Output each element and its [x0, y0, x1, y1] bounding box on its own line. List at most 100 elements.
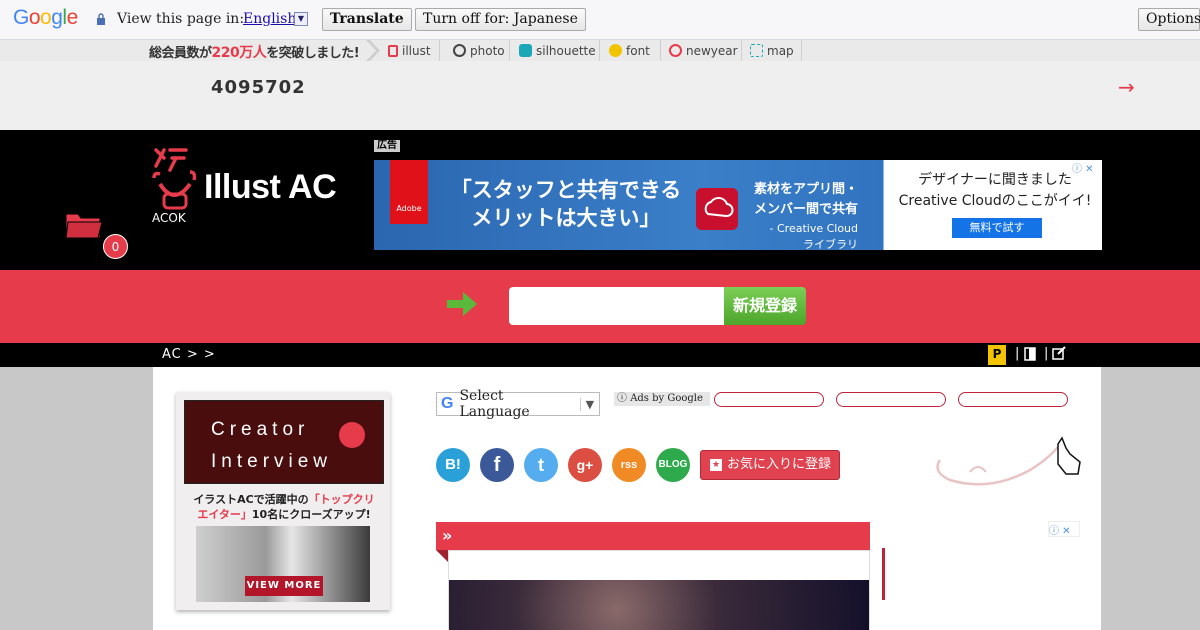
nav-item-illust[interactable]: illust — [384, 40, 440, 61]
ad-mid-2: メンバー間で共有 — [754, 202, 859, 217]
language-select[interactable]: G Select Language ▼ — [436, 388, 600, 420]
points-icon[interactable]: P — [988, 345, 1006, 365]
hatena-bookmark-icon[interactable]: B! — [436, 448, 470, 482]
members-notice: 総会員数が220万人を突破しました! — [149, 42, 360, 62]
divider — [882, 548, 885, 600]
creator-sub-2b: 10名にクローズアップ! — [251, 508, 371, 521]
tab-fold — [436, 550, 448, 562]
chevron-down-icon: ▼ — [579, 397, 599, 411]
newyear-icon — [669, 44, 682, 57]
chevron-double-right-icon: » — [442, 526, 453, 545]
ad-right-2: Creative Cloudのここがイイ! — [898, 193, 1092, 209]
preview-image[interactable] — [449, 580, 869, 630]
lock-icon — [97, 13, 105, 25]
search-band: 新規登録 — [0, 270, 1200, 343]
creator-logo-icon — [339, 422, 365, 448]
members-prefix: 総会員数が — [149, 46, 212, 61]
nav-item-map[interactable]: map — [746, 40, 802, 61]
ad-try-button[interactable]: 無料で試す — [952, 218, 1042, 238]
favorite-button[interactable]: ★ お気に入りに登録 — [700, 450, 840, 480]
ad-headline: 「スタッフと共有できる メリットは大きい」 — [446, 176, 686, 232]
creator-title-1: Creator — [211, 419, 310, 440]
turn-off-button[interactable]: Turn off for: Japanese — [415, 8, 586, 31]
arrow-right-icon — [447, 292, 477, 316]
breadcrumb[interactable]: AC > > — [162, 347, 216, 362]
translate-button[interactable]: Translate — [322, 8, 412, 31]
nav-item-photo[interactable]: photo — [449, 40, 510, 61]
ad-mid-3: - Creative Cloud — [769, 222, 859, 235]
chevron-right-icon — [366, 40, 380, 61]
illust-icon — [388, 44, 398, 57]
breadcrumb-bar: AC > > P | | — [0, 343, 1200, 367]
acok-label: ACOK — [152, 211, 186, 225]
silhouette-icon — [519, 44, 532, 57]
nav-item-label: silhouette — [536, 43, 596, 58]
edit-icon[interactable] — [1052, 346, 1066, 360]
google-logo: Google — [13, 6, 78, 29]
members-count: 220万人 — [211, 45, 267, 61]
star-icon: ★ — [710, 459, 722, 471]
map-icon — [750, 44, 763, 57]
view-more-button[interactable]: VIEW MORE — [245, 576, 323, 596]
creator-subtitle: イラストACで活躍中の「トップクリ エイター」10名にクローズアップ! — [184, 492, 384, 522]
ad-mid-4: ライブラリ — [803, 238, 859, 250]
members-suffix: を突破しました! — [266, 46, 360, 61]
section-tab: » — [436, 522, 870, 550]
language-link[interactable]: English — [243, 11, 296, 27]
favorite-label: お気に入りに登録 — [727, 457, 832, 472]
nav-item-label: photo — [470, 43, 505, 58]
site-top-nav: 総会員数が220万人を突破しました! illust photo silhouet… — [0, 40, 1200, 61]
logo-text[interactable]: Illust AC — [204, 168, 337, 207]
creator-sub-1b: 「トップクリ — [308, 493, 375, 506]
creative-cloud-icon — [696, 188, 738, 230]
next-arrow-icon[interactable]: → — [1118, 75, 1135, 99]
divider: | — [1015, 346, 1020, 361]
twitter-icon[interactable]: t — [524, 448, 558, 482]
ad-link-pill[interactable] — [836, 392, 946, 407]
cart-count-badge: 0 — [103, 234, 128, 259]
ad-choices-icon[interactable]: ⓘ ✕ — [1048, 521, 1080, 537]
divider: | — [1044, 346, 1049, 361]
ad-link-pill[interactable] — [958, 392, 1068, 407]
nav-item-silhouette[interactable]: silhouette — [515, 40, 600, 61]
ad-headline-1: 「スタッフと共有できる — [450, 178, 682, 202]
id-band: 4095702 → — [0, 61, 1200, 130]
google-g-icon: G — [441, 395, 454, 412]
rss-icon[interactable]: rss — [612, 448, 646, 482]
creator-title-2: Interview — [211, 451, 333, 472]
creator-title-box: Creator Interview — [184, 400, 384, 484]
illustac-logo-icon[interactable] — [150, 144, 198, 214]
nav-item-newyear[interactable]: newyear — [665, 40, 742, 61]
nav-item-font[interactable]: font — [605, 40, 661, 61]
creator-interview-banner[interactable]: Creator Interview イラストACで活躍中の「トップクリ エイター… — [176, 392, 390, 610]
ad-link-pill[interactable] — [714, 392, 824, 407]
ads-by-google[interactable]: ⓘ Ads by Google — [614, 392, 710, 406]
folder-icon[interactable] — [64, 210, 104, 240]
ad-right-text: デザイナーに聞きました Creative Cloudのここがイイ! — [888, 170, 1102, 212]
chevron-down-icon[interactable]: ▼ — [294, 12, 308, 26]
nav-item-label: map — [767, 43, 794, 58]
ads-by-google-label: Ads by Google — [630, 393, 703, 404]
photo-icon — [453, 44, 466, 57]
creator-sub-1a: イラストACで活躍中の — [193, 493, 309, 506]
facebook-icon[interactable]: f — [480, 448, 514, 482]
ad-mid-text: 素材をアプリ間・ メンバー間で共有 - Creative Cloud ライブラリ — [754, 180, 858, 250]
nav-item-label: illust — [402, 43, 431, 58]
font-icon — [609, 44, 622, 57]
google-plus-icon[interactable]: g+ — [568, 448, 602, 482]
ad-right-1: デザイナーに聞きました — [918, 172, 1072, 188]
decorative-swirl — [936, 436, 1081, 486]
adobe-logo-icon: Adobe — [390, 160, 428, 224]
ad-choices-icon[interactable]: ⓘ ✕ — [1072, 160, 1102, 175]
language-select-label: Select Language — [459, 388, 530, 420]
register-button[interactable]: 新規登録 — [724, 287, 806, 325]
adobe-ad-banner[interactable]: Adobe 「スタッフと共有できる メリットは大きい」 素材をアプリ間・ メンバ… — [374, 160, 1102, 250]
book-icon[interactable] — [1024, 347, 1036, 361]
illust-id: 4095702 — [211, 77, 306, 98]
options-button[interactable]: Options — [1138, 8, 1200, 31]
nav-item-label: font — [626, 43, 650, 58]
search-input[interactable] — [509, 287, 724, 325]
ad-label: 広告 — [374, 140, 400, 152]
blog-icon[interactable]: BLOG — [656, 448, 690, 482]
creator-sub-2a: エイター」 — [197, 508, 252, 521]
